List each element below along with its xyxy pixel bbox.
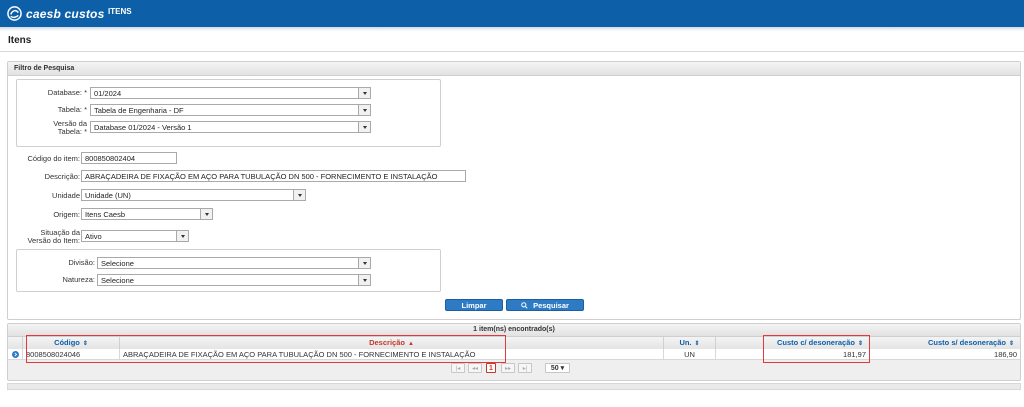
- chevron-down-icon[interactable]: [358, 88, 370, 98]
- situacao-value: Ativo: [85, 232, 102, 241]
- current-page[interactable]: 1: [486, 363, 496, 373]
- tabela-select[interactable]: Tabela de Engenharia - DF: [90, 104, 371, 116]
- database-select[interactable]: 01/2024: [90, 87, 371, 99]
- column-header-custo-com[interactable]: Custo c/ desoneração ⇕: [716, 337, 870, 349]
- tabela-label: Tabela: *: [57, 105, 87, 114]
- expand-row-icon[interactable]: [11, 350, 19, 358]
- last-page-button[interactable]: ▸|: [518, 363, 532, 373]
- header-shadow: [0, 27, 1024, 31]
- situacao-label: Situação da Versão do Item:: [27, 228, 80, 245]
- top-bar: caesb custos ITENS: [0, 0, 1024, 27]
- divisao-value: Selecione: [101, 259, 134, 268]
- cell-un: UN: [664, 349, 716, 360]
- unidade-value: Unidade (UN): [85, 191, 131, 200]
- origem-select[interactable]: Itens Caesb: [81, 208, 213, 220]
- column-header-descricao[interactable]: Descrição ▲: [120, 337, 664, 349]
- chevron-down-icon[interactable]: [358, 275, 370, 285]
- column-header-un[interactable]: Un. ⇕: [664, 337, 716, 349]
- sort-asc-icon: ▲: [407, 341, 414, 347]
- chevron-down-icon[interactable]: [358, 105, 370, 115]
- nav-item-itens[interactable]: ITENS: [108, 7, 132, 16]
- origem-value: Itens Caesb: [85, 210, 126, 219]
- table-row-expand[interactable]: [8, 349, 23, 360]
- cell-descricao: ABRAÇADEIRA DE FIXAÇÃO EM AÇO PARA TUBUL…: [120, 349, 664, 360]
- cell-custo-com: 181,97: [716, 349, 870, 360]
- page-size-select[interactable]: 50 ▾: [545, 363, 570, 373]
- sort-icon: ⇕: [857, 341, 863, 347]
- codigo-item-label: Código do item:: [27, 154, 80, 163]
- cell-codigo: 8008508024046: [23, 349, 120, 360]
- chevron-down-icon[interactable]: [293, 190, 305, 200]
- versao-tabela-select[interactable]: Database 01/2024 - Versão 1: [90, 121, 371, 133]
- expand-column-header: [8, 337, 23, 349]
- title-divider: [0, 51, 1024, 52]
- unidade-label: Unidade: [52, 191, 80, 200]
- pagination: |◂ ◂◂ 1 ▸▸ ▸| 50 ▾: [8, 363, 1020, 374]
- first-page-button[interactable]: |◂: [451, 363, 465, 373]
- prev-page-button[interactable]: ◂◂: [468, 363, 482, 373]
- versao-tabela-label: Versão da Tabela: *: [53, 119, 87, 136]
- natureza-value: Selecione: [101, 276, 134, 285]
- situacao-select[interactable]: Ativo: [81, 230, 189, 242]
- bottom-bar: [7, 383, 1021, 390]
- chevron-down-icon[interactable]: [358, 122, 370, 132]
- chevron-down-icon[interactable]: [358, 258, 370, 268]
- sort-icon: ⇕: [694, 341, 700, 347]
- results-panel: 1 item(ns) encontrado(s) Código ⇕ Descriç…: [7, 323, 1021, 381]
- filter-panel-title: Filtro de Pesquisa: [8, 62, 1020, 76]
- origem-label: Origem:: [53, 210, 80, 219]
- database-fieldset: Database: * 01/2024 Tabela: * Tabela de …: [16, 79, 441, 147]
- results-summary: 1 item(ns) encontrado(s): [8, 324, 1020, 337]
- filter-panel: Filtro de Pesquisa Database: * 01/2024 T…: [7, 61, 1021, 320]
- sort-icon: ⇕: [1008, 341, 1014, 347]
- page-title: Itens: [8, 35, 32, 46]
- divisao-label: Divisão:: [68, 258, 95, 267]
- limpar-button[interactable]: Limpar: [445, 299, 503, 311]
- cell-custo-sem: 186,90: [870, 349, 1020, 360]
- logo-text: caesb custos: [26, 6, 105, 21]
- database-label: Database: *: [47, 88, 87, 97]
- pesquisar-label: Pesquisar: [533, 301, 569, 310]
- pesquisar-button[interactable]: Pesquisar: [506, 299, 584, 311]
- search-icon: [521, 302, 528, 309]
- versao-tabela-value: Database 01/2024 - Versão 1: [94, 123, 192, 132]
- descricao-label: Descrição:: [44, 172, 80, 181]
- database-value: 01/2024: [94, 89, 122, 98]
- app-logo[interactable]: caesb custos: [7, 5, 104, 22]
- descricao-input[interactable]: ABRAÇADEIRA DE FIXAÇÃO EM AÇO PARA TUBUL…: [81, 170, 466, 182]
- column-header-codigo[interactable]: Código ⇕: [23, 337, 120, 349]
- natureza-select[interactable]: Selecione: [97, 274, 371, 286]
- unidade-select[interactable]: Unidade (UN): [81, 189, 306, 201]
- divisao-select[interactable]: Selecione: [97, 257, 371, 269]
- next-page-button[interactable]: ▸▸: [501, 363, 515, 373]
- divisao-fieldset: Divisão: Selecione Natureza: Selecione: [16, 249, 441, 292]
- column-header-custo-sem[interactable]: Custo s/ desoneração ⇕: [870, 337, 1020, 349]
- logo-icon: [7, 6, 22, 21]
- chevron-down-icon[interactable]: [200, 209, 212, 219]
- chevron-down-icon[interactable]: [176, 231, 188, 241]
- codigo-item-input[interactable]: 800850802404: [81, 152, 177, 164]
- tabela-value: Tabela de Engenharia - DF: [94, 106, 184, 115]
- natureza-label: Natureza:: [62, 275, 95, 284]
- sort-icon: ⇕: [82, 341, 88, 347]
